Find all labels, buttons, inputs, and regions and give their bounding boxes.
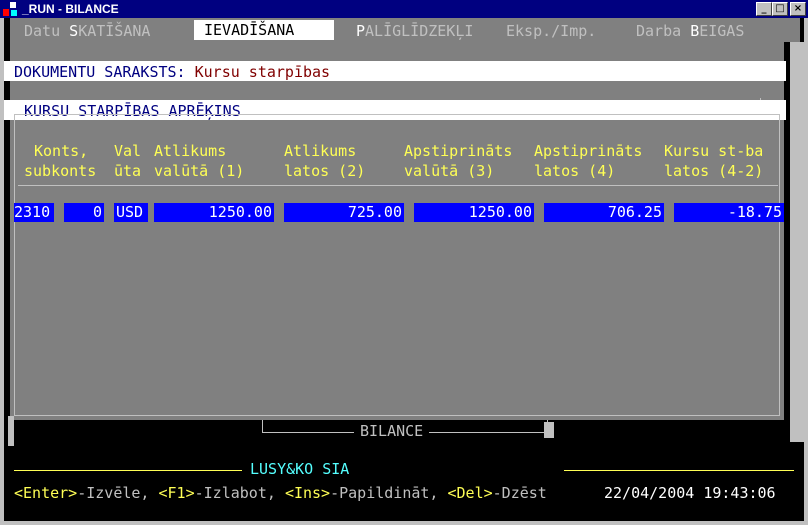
window-title: _RUN - BILANCE: [22, 2, 119, 16]
console-area: Datu SKATĪŠANA IEVADĪŠANA PALĪGLĪDZEKĻI …: [4, 18, 804, 521]
hint-text: -Dzēst: [492, 484, 547, 502]
menu-item-ievadisana[interactable]: IEVADĪŠANA: [194, 20, 334, 40]
close-button[interactable]: ×: [790, 2, 806, 16]
hint-text: -Izlabot,: [194, 484, 285, 502]
key-hints: <Enter>-Izvēle, <F1>-Izlabot, <Ins>-Papi…: [14, 484, 547, 502]
menu-item-skatisana[interactable]: Datu SKATĪŠANA: [24, 22, 150, 40]
hint-text: -Papildināt,: [330, 484, 448, 502]
footer-line-right: [564, 470, 794, 471]
col-header-account-2: subkonts: [24, 162, 97, 180]
col-header-rate-difference-2: latos (4-2): [664, 162, 764, 180]
cell-approved-currency[interactable]: 1250.00: [414, 203, 534, 222]
col-header-approved-currency: Apstiprināts: [404, 142, 513, 160]
cell-balance-currency[interactable]: 1250.00: [154, 203, 274, 222]
hint-key-f1: <F1>: [158, 484, 195, 502]
col-header-balance-lats: Atlikums: [284, 142, 357, 160]
frame-edge: [8, 416, 14, 446]
title-bar[interactable]: _RUN - BILANCE _ □ ×: [0, 0, 808, 18]
header-divider: [18, 185, 778, 186]
col-header-balance-currency: Atlikums: [154, 142, 227, 160]
document-list-value: Kursu starpības: [194, 63, 331, 81]
app-icon: [2, 1, 18, 17]
hint-key-enter: <Enter>: [14, 484, 78, 502]
col-header-approved-lats-2: latos (4): [534, 162, 616, 180]
hint-key-del: <Del>: [447, 484, 493, 502]
cell-account[interactable]: 2310: [14, 203, 54, 222]
frame-title: BILANCE: [354, 422, 430, 440]
cell-approved-lats[interactable]: 706.25: [544, 203, 664, 222]
vertical-scrollbar[interactable]: [790, 42, 804, 442]
col-header-currency: Val: [114, 142, 142, 160]
col-header-account: Konts,: [34, 142, 89, 160]
col-header-balance-lats-2: latos (2): [284, 162, 366, 180]
col-header-currency-2: ūta: [114, 162, 142, 180]
scroll-handle[interactable]: [544, 422, 554, 438]
maximize-button[interactable]: □: [772, 2, 788, 16]
footer-line-left: [14, 470, 242, 471]
cell-subaccount[interactable]: 0: [64, 203, 104, 222]
hint-text: -Izvēle,: [77, 484, 159, 502]
col-header-approved-currency-2: valūtā (3): [404, 162, 495, 180]
datetime: 22/04/2004 19:43:06: [604, 484, 776, 502]
col-header-balance-currency-2: valūtā (1): [154, 162, 245, 180]
document-list-label: DOKUMENTU SARAKSTS: Kursu starpības: [14, 63, 331, 81]
main-panel: DOKUMENTU SARAKSTS: Kursu starpības KURS…: [4, 42, 786, 420]
cell-currency[interactable]: USD: [114, 203, 148, 222]
menu-item-darba-beigas[interactable]: Darba BEIGAS: [636, 22, 744, 40]
hint-key-ins: <Ins>: [284, 484, 331, 502]
minimize-button[interactable]: _: [756, 2, 772, 16]
col-header-rate-difference: Kursu st-ba: [664, 142, 764, 160]
cell-rate-difference[interactable]: -18.75: [674, 203, 784, 222]
company-name: LUSY&KO SIA: [250, 460, 350, 478]
menu-bar: Datu SKATĪŠANA IEVADĪŠANA PALĪGLĪDZEKĻI …: [10, 18, 800, 42]
menu-item-eksp-imp[interactable]: Eksp./Imp.: [506, 22, 596, 40]
col-header-approved-lats: Apstiprināts: [534, 142, 643, 160]
menu-item-paligl[interactable]: PALĪGLĪDZEKĻI: [356, 22, 473, 40]
cell-balance-lats[interactable]: 725.00: [284, 203, 404, 222]
